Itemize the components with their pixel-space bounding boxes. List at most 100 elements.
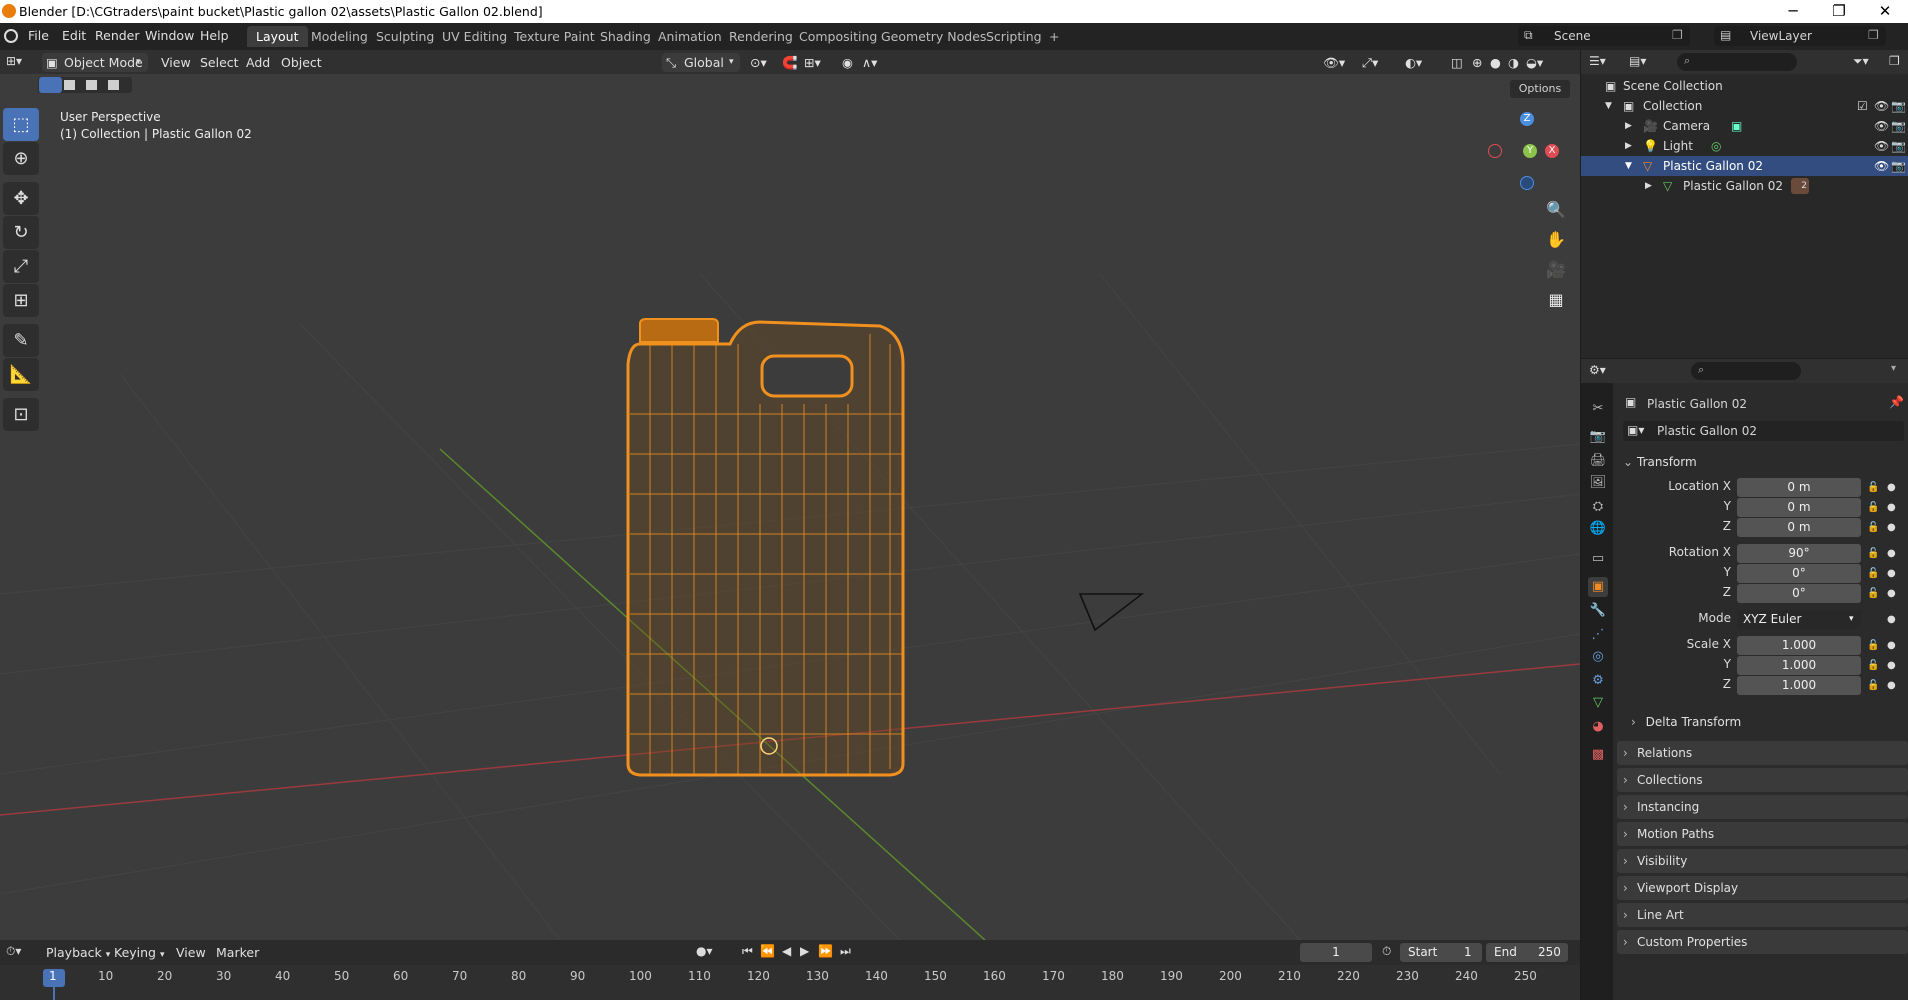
camera-view-icon[interactable]: 🎥 [1542, 256, 1570, 284]
menu-help[interactable]: Help [200, 28, 229, 43]
gizmo-x-axis[interactable]: X [1545, 144, 1559, 158]
rotation-x-field[interactable]: 90° [1737, 544, 1861, 563]
constraints-tab-icon[interactable]: ⚙ [1588, 671, 1608, 691]
jump-keyframe-back-icon[interactable]: ⏪ [760, 944, 775, 958]
snap-icon[interactable]: 🧲 [782, 53, 798, 72]
menu-render[interactable]: Render [95, 28, 140, 43]
timeline-ruler[interactable]: 10 20 30 40 50 60 70 80 90 100 110 120 130 140 150 160 1… [0, 965, 1580, 1000]
motion-paths-panel[interactable]: › Motion Paths [1617, 822, 1908, 846]
minimize-button[interactable]: ─ [1770, 1, 1816, 23]
viewlayer-new-icon[interactable]: ❐ [1868, 28, 1879, 42]
keyframe-dot-icon[interactable]: ● [1887, 614, 1896, 625]
editor-type-icon[interactable]: ⊞▾ [6, 54, 22, 68]
rendered-shading-icon[interactable]: ◒▾ [1526, 53, 1543, 72]
outliner-plastic-gallon-object[interactable]: ▼ ▽ Plastic Gallon 02 👁 📷 [1581, 156, 1908, 176]
xray-icon[interactable]: ◫ [1451, 53, 1463, 72]
filter-icon[interactable]: ⏷▾ [1853, 54, 1869, 69]
lock-icon[interactable]: 🔓 [1867, 660, 1879, 671]
checkbox-icon[interactable]: ☑ [1857, 96, 1868, 116]
expand-icon[interactable]: ▼ [1605, 96, 1612, 116]
current-frame-field[interactable]: 1 [1300, 943, 1372, 962]
viewlayer-selector[interactable]: ▤ ViewLayer ❐ [1714, 26, 1886, 46]
keyframe-dot-icon[interactable]: ● [1887, 660, 1896, 671]
ortho-grid-icon[interactable]: ▦ [1542, 286, 1570, 314]
viewport-menu-view[interactable]: View [161, 53, 191, 72]
physics-tab-icon[interactable]: ◎ [1588, 647, 1608, 667]
move-tool-icon[interactable]: ✥ [3, 182, 39, 215]
tab-uv-editing[interactable]: UV Editing [433, 26, 516, 47]
select-new-icon[interactable] [39, 77, 62, 93]
keyframe-dot-icon[interactable]: ● [1887, 522, 1896, 533]
render-camera-icon[interactable]: 📷 [1891, 116, 1906, 136]
lock-icon[interactable]: 🔓 [1867, 640, 1879, 651]
solid-shading-icon[interactable]: ● [1490, 53, 1501, 72]
lock-icon[interactable]: 🔓 [1867, 482, 1879, 493]
eye-icon[interactable]: 👁 [1874, 96, 1889, 116]
rotation-y-field[interactable]: 0° [1737, 564, 1861, 583]
overlays-icon[interactable]: ◐▾ [1405, 53, 1422, 72]
timeline-menu-view[interactable]: View [176, 943, 206, 962]
transform-tool-icon[interactable]: ⊞ [3, 284, 39, 317]
lock-icon[interactable]: 🔓 [1867, 502, 1879, 513]
render-camera-icon[interactable]: 📷 [1891, 136, 1906, 156]
material-shading-icon[interactable]: ◑ [1508, 53, 1519, 72]
menu-file[interactable]: File [28, 28, 49, 43]
keyframe-dot-icon[interactable]: ● [1887, 588, 1896, 599]
preview-range-icon[interactable]: ⏱ [1382, 944, 1391, 959]
timeline-editor-icon[interactable]: ⏱▾ [6, 944, 21, 959]
tab-texture-paint[interactable]: Texture Paint [505, 26, 604, 47]
outliner-scene-collection[interactable]: ▣ Scene Collection [1581, 76, 1908, 96]
add-workspace-button[interactable]: + [1040, 26, 1068, 47]
outliner-search-input[interactable]: ⌕ [1677, 53, 1797, 71]
wireframe-shading-icon[interactable]: ⊕ [1472, 53, 1482, 72]
viewport-menu-object[interactable]: Object [281, 53, 322, 72]
eye-icon[interactable]: 👁 [1874, 136, 1889, 156]
cursor-tool-icon[interactable]: ⊕ [3, 142, 39, 175]
world-tab-icon[interactable]: 🌐 [1588, 519, 1608, 539]
lock-icon[interactable]: 🔓 [1867, 568, 1879, 579]
falloff-icon[interactable]: ∧▾ [862, 53, 877, 72]
expand-icon[interactable]: ▶ [1645, 176, 1652, 196]
render-camera-icon[interactable]: 📷 [1891, 156, 1906, 176]
keyframe-dot-icon[interactable]: ● [1887, 680, 1896, 691]
snap-target-icon[interactable]: ⊞▾ [804, 53, 821, 72]
outliner-plastic-gallon-mesh[interactable]: ▶ ▽ Plastic Gallon 02 2 [1581, 176, 1908, 196]
output-tab-icon[interactable]: 🖨 [1588, 451, 1608, 471]
scene-new-icon[interactable]: ❐ [1672, 28, 1683, 42]
eye-icon[interactable]: 👁 [1874, 116, 1889, 136]
transform-orientation-dropdown[interactable]: ⤡ Global ▾ [662, 53, 740, 72]
new-collection-icon[interactable]: ❐ [1889, 54, 1900, 68]
menu-edit[interactable]: Edit [62, 28, 86, 43]
outliner-light[interactable]: ▶ 💡 Light ◎ 👁 📷 [1581, 136, 1908, 156]
gizmo-neg-z[interactable] [1520, 176, 1534, 190]
location-y-field[interactable]: 0 m [1737, 498, 1861, 517]
menu-window[interactable]: Window [145, 28, 194, 43]
expand-icon[interactable]: ▶ [1625, 136, 1632, 156]
chevron-down-icon[interactable]: ▾ [1891, 363, 1896, 374]
visibility-panel[interactable]: › Visibility [1617, 849, 1908, 873]
viewport-menu-add[interactable]: Add [246, 53, 270, 72]
outliner-camera[interactable]: ▶ 🎥 Camera ▣ 👁 📷 [1581, 116, 1908, 136]
zoom-icon[interactable]: 🔍 [1542, 196, 1570, 224]
rotation-z-field[interactable]: 0° [1737, 584, 1861, 603]
view-layer-tab-icon[interactable]: 🖼 [1588, 473, 1608, 493]
material-tab-icon[interactable]: ◕ [1588, 717, 1608, 737]
keyframe-dot-icon[interactable]: ● [1887, 640, 1896, 651]
lock-icon[interactable]: 🔓 [1867, 522, 1879, 533]
scale-tool-icon[interactable]: ⤢ [3, 250, 39, 283]
auto-keying-icon[interactable]: ●▾ [696, 944, 713, 958]
viewport-display-panel[interactable]: › Viewport Display [1617, 876, 1908, 900]
outliner-editor-icon[interactable]: ☰▾ [1589, 54, 1606, 68]
collection-tab-icon[interactable]: ▭ [1588, 549, 1608, 569]
mode-dropdown[interactable]: ▣ Object Mode ▾ [42, 53, 148, 72]
tab-modeling[interactable]: Modeling [302, 26, 377, 47]
delta-transform-subpanel[interactable]: › Delta Transform [1631, 715, 1741, 729]
lock-icon[interactable]: 🔓 [1867, 680, 1879, 691]
location-z-field[interactable]: 0 m [1737, 518, 1861, 537]
start-frame-field[interactable]: Start 1 [1400, 943, 1482, 962]
scale-x-field[interactable]: 1.000 [1737, 636, 1861, 655]
texture-tab-icon[interactable]: ▩ [1588, 745, 1608, 765]
scene-tab-icon[interactable]: ⛭ [1588, 497, 1608, 517]
modifier-tab-icon[interactable]: 🔧 [1588, 601, 1608, 621]
play-icon[interactable]: ▶ [800, 944, 809, 958]
